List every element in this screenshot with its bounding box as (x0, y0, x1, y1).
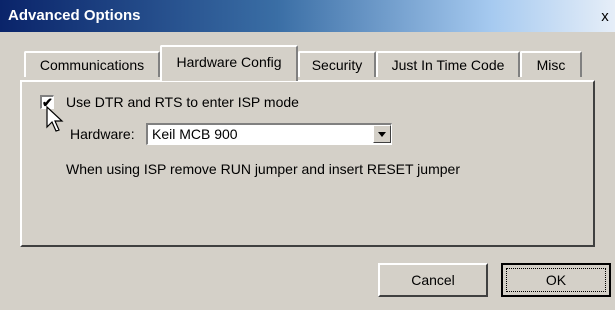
dropdown-button[interactable] (373, 125, 391, 143)
hardware-select-value: Keil MCB 900 (152, 126, 238, 142)
isp-jumper-note: When using ISP remove RUN jumper and ins… (66, 161, 460, 177)
close-icon[interactable]: x (597, 8, 613, 26)
window-title: Advanced Options (8, 7, 141, 24)
tab-strip: Communications Hardware Config Security … (22, 45, 597, 83)
tab-just-in-time-code[interactable]: Just In Time Code (376, 51, 520, 77)
title-bar[interactable]: Advanced Options x (0, 0, 615, 32)
hardware-label: Hardware: (70, 126, 135, 142)
hardware-config-panel: ✔ Use DTR and RTS to enter ISP mode Hard… (20, 80, 595, 247)
isp-mode-label[interactable]: Use DTR and RTS to enter ISP mode (66, 94, 299, 110)
tab-hardware-config[interactable]: Hardware Config (160, 45, 298, 81)
chevron-down-icon (378, 132, 386, 137)
advanced-options-dialog: Advanced Options x Communications Hardwa… (0, 0, 615, 310)
mouse-pointer-icon (46, 106, 64, 132)
cancel-button[interactable]: Cancel (378, 263, 488, 297)
tab-communications[interactable]: Communications (24, 51, 160, 77)
ok-button[interactable]: OK (501, 263, 611, 297)
hardware-select[interactable]: Keil MCB 900 (146, 123, 392, 145)
tab-security[interactable]: Security (298, 51, 376, 77)
tab-misc[interactable]: Misc (520, 51, 582, 77)
focus-rectangle (506, 268, 606, 292)
